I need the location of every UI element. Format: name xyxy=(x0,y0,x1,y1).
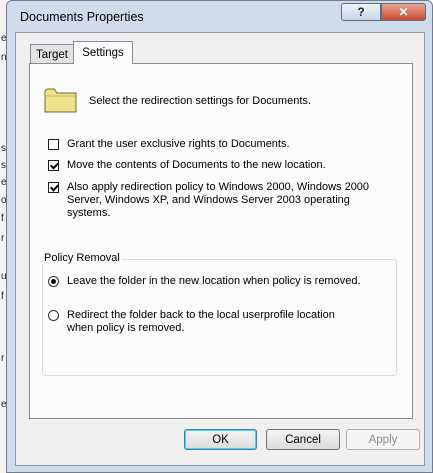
radio-button[interactable] xyxy=(48,276,59,287)
radio-label: Redirect the folder back to the local us… xyxy=(67,309,335,334)
apply-legacy-policy-checkbox[interactable]: Also apply redirection policy to Windows… xyxy=(48,181,378,220)
redirect-back-radio[interactable]: Redirect the folder back to the local us… xyxy=(48,309,348,335)
background-text: r xyxy=(1,233,5,244)
tab-label: Target xyxy=(36,48,68,61)
radio-button[interactable] xyxy=(48,310,59,321)
leave-folder-radio[interactable]: Leave the folder in the new location whe… xyxy=(48,275,378,288)
radio-label: Leave the folder in the new location whe… xyxy=(67,275,361,287)
policy-removal-title: Policy Removal xyxy=(42,252,122,264)
checkbox-label: Also apply redirection policy to Windows… xyxy=(67,181,370,219)
checkbox-box[interactable] xyxy=(48,160,59,171)
move-contents-checkbox[interactable]: Move the contents of Documents to the ne… xyxy=(48,159,388,172)
properties-dialog: Documents Properties ? ✕ Target Settings… xyxy=(6,0,433,473)
background-text: f xyxy=(1,213,4,224)
checkbox-box[interactable] xyxy=(48,182,59,193)
apply-button[interactable]: Apply xyxy=(346,429,420,450)
checkbox-label: Move the contents of Documents to the ne… xyxy=(67,159,326,171)
close-icon: ✕ xyxy=(398,5,409,19)
checkbox-label: Grant the user exclusive rights to Docum… xyxy=(67,138,290,150)
background-text: r xyxy=(1,353,5,364)
dialog-client-area: Target Settings Select the redirection s… xyxy=(15,32,425,466)
tab-target[interactable]: Target xyxy=(30,44,74,64)
window-title: Documents Properties xyxy=(20,10,144,24)
ok-button[interactable]: OK xyxy=(184,429,257,450)
settings-panel: Select the redirection settings for Docu… xyxy=(29,63,413,419)
tab-settings[interactable]: Settings xyxy=(73,41,133,64)
close-button[interactable]: ✕ xyxy=(381,3,426,21)
help-icon: ? xyxy=(357,5,365,19)
help-button[interactable]: ? xyxy=(341,3,381,21)
grant-exclusive-rights-checkbox[interactable]: Grant the user exclusive rights to Docum… xyxy=(48,138,388,151)
title-bar[interactable]: Documents Properties ? ✕ xyxy=(7,1,432,31)
background-text: f xyxy=(1,291,4,302)
settings-header: Select the redirection settings for Docu… xyxy=(89,95,311,107)
checkbox-box[interactable] xyxy=(48,139,59,150)
folder-icon xyxy=(44,88,77,113)
tab-label: Settings xyxy=(82,47,124,59)
cancel-button[interactable]: Cancel xyxy=(266,429,340,450)
